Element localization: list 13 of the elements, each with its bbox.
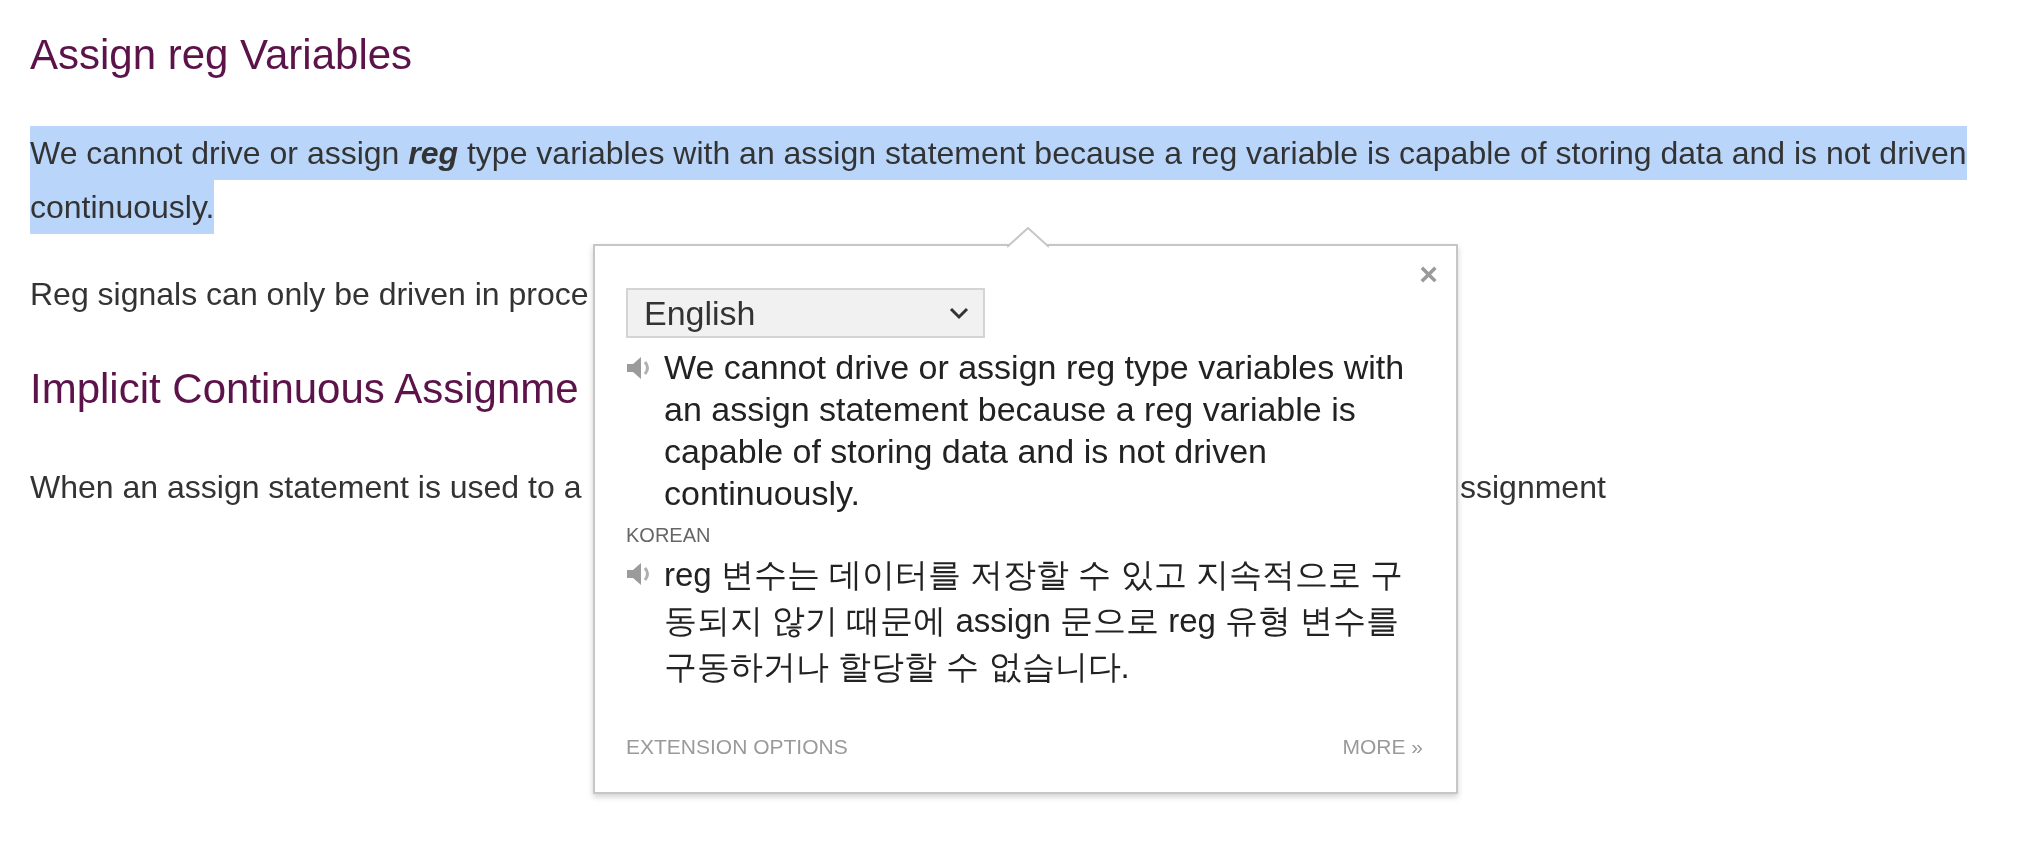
paragraph-text: When an assign statement is used to a [30,468,582,507]
target-language-label: KOREAN [626,523,711,548]
chevron-down-icon [949,306,969,320]
footer-link[interactable]: EXTENSION OPTIONS [626,732,848,762]
section-heading: Assign reg Variables [30,30,413,80]
paragraph-text: Reg signals can only be driven in proce [30,275,589,314]
section-heading: Implicit Continuous Assignme [30,364,579,414]
footer-link[interactable]: MORE » [1342,732,1423,762]
paragraph-text: ssignment [1460,468,1606,507]
close-button[interactable]: × [1419,258,1438,290]
source-text: We cannot drive or assign reg type variables with an assign statement because a reg variable is capable of storing data and is not driven continuously. [664,347,1406,514]
language-select[interactable]: English [626,288,985,338]
translation-text: reg 변수는 데이터를 저장할 수 있고 지속적으로 구동되지 않기 때문에 assign 문으로 reg 유형 변수를 구동하거나 할당할 수 없습니다. [664,555,1404,687]
